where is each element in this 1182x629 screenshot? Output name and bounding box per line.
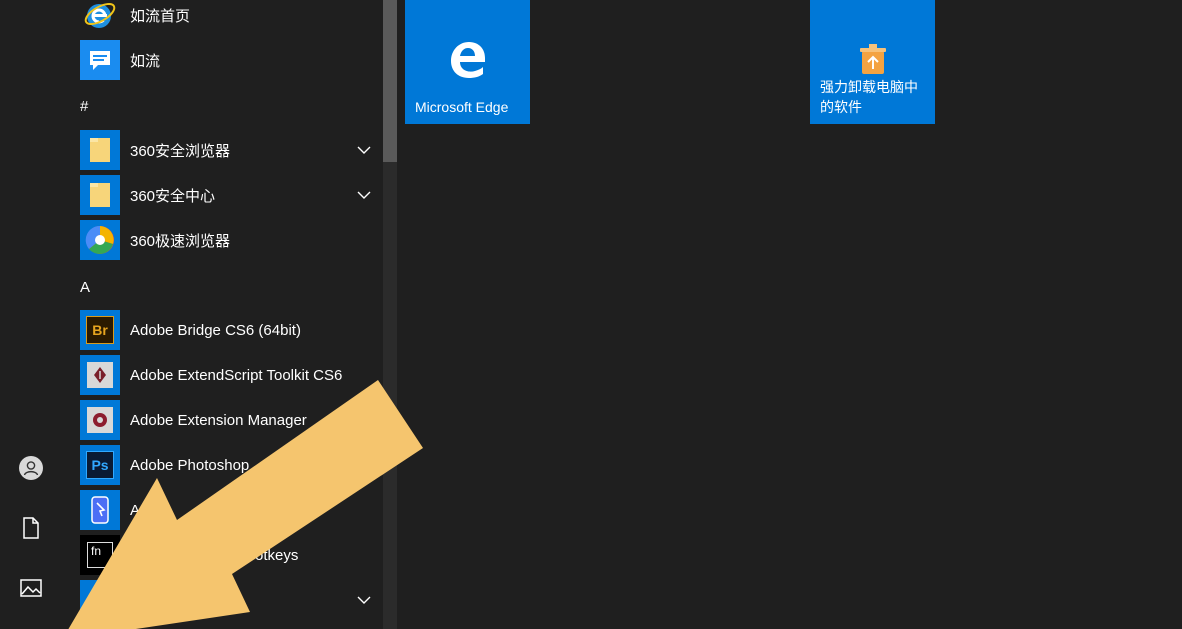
list-item[interactable]: fn otkeys (80, 535, 380, 575)
adobe-bridge-icon: Br (80, 310, 120, 350)
uninstall-icon (856, 42, 890, 81)
start-menu: 如流首页 如流 # 360安全浏览器 360安全中心 360极速浏览器 A Br… (0, 0, 1182, 629)
list-item-label: A (130, 501, 141, 519)
fn-hotkeys-icon: fn (80, 535, 120, 575)
document-icon (21, 517, 41, 539)
chevron-down-icon[interactable] (356, 592, 372, 608)
app-icon (80, 490, 120, 530)
ruliu-icon (80, 40, 120, 80)
folder-icon (80, 175, 120, 215)
start-rail (0, 0, 62, 629)
360-chrome-icon (80, 220, 120, 260)
list-item[interactable]: A (80, 490, 380, 530)
adobe-photoshop-icon: Ps (80, 445, 120, 485)
list-item[interactable]: 360安全中心 (80, 175, 380, 215)
list-item[interactable]: 360极速浏览器 (80, 220, 380, 260)
list-item-label: Adobe Photoshop (130, 456, 250, 474)
list-item-label: Adobe ExtendScript Toolkit CS6 (130, 366, 343, 384)
list-item[interactable]: Adobe Extension Manager (80, 400, 380, 440)
pictures-button[interactable] (11, 568, 51, 608)
list-item-label: 如流 (130, 52, 161, 70)
edge-icon (448, 40, 488, 85)
list-item[interactable]: 如流 (80, 40, 380, 80)
list-item[interactable]: Ps Adobe Photoshop (80, 445, 380, 485)
section-header[interactable]: A (80, 279, 90, 296)
list-item-label: 360极速浏览器 (130, 232, 231, 250)
user-icon (18, 455, 44, 481)
list-item[interactable]: Adobe ExtendScript Toolkit CS6 (80, 355, 380, 395)
folder-icon (80, 580, 120, 620)
list-item-label: Adobe Bridge CS6 (64bit) (130, 321, 301, 339)
user-account-button[interactable] (11, 448, 51, 488)
list-item-label: 360安全中心 (130, 187, 216, 205)
scrollbar-thumb[interactable] (383, 0, 397, 162)
folder-icon (80, 130, 120, 170)
list-item-label: Adobe Extension Manager (130, 411, 307, 429)
chevron-down-icon[interactable] (356, 187, 372, 203)
app-list: 如流首页 如流 # 360安全浏览器 360安全中心 360极速浏览器 A Br… (62, 0, 382, 629)
list-item[interactable]: 如流首页 (80, 0, 380, 35)
list-item[interactable]: Br Adobe Bridge CS6 (64bit) (80, 310, 380, 350)
adobe-extension-manager-icon (80, 400, 120, 440)
tile-label: Microsoft Edge (415, 99, 509, 115)
documents-button[interactable] (11, 508, 51, 548)
adobe-extendscript-icon (80, 355, 120, 395)
tile-label: 强力卸载电脑中的软件 (820, 79, 918, 115)
list-item-label: otkeys (255, 546, 299, 564)
list-item[interactable] (80, 580, 380, 620)
tile-uninstall-software[interactable]: 强力卸载电脑中的软件 (810, 0, 935, 124)
tile-microsoft-edge[interactable]: Microsoft Edge (405, 0, 530, 124)
list-item-label: 如流首页 (130, 7, 191, 25)
list-item-label: 360安全浏览器 (130, 142, 231, 160)
ie-icon (80, 0, 120, 35)
pictures-icon (20, 578, 42, 598)
section-header[interactable]: # (80, 98, 88, 115)
chevron-down-icon[interactable] (356, 142, 372, 158)
list-item[interactable]: 360安全浏览器 (80, 130, 380, 170)
